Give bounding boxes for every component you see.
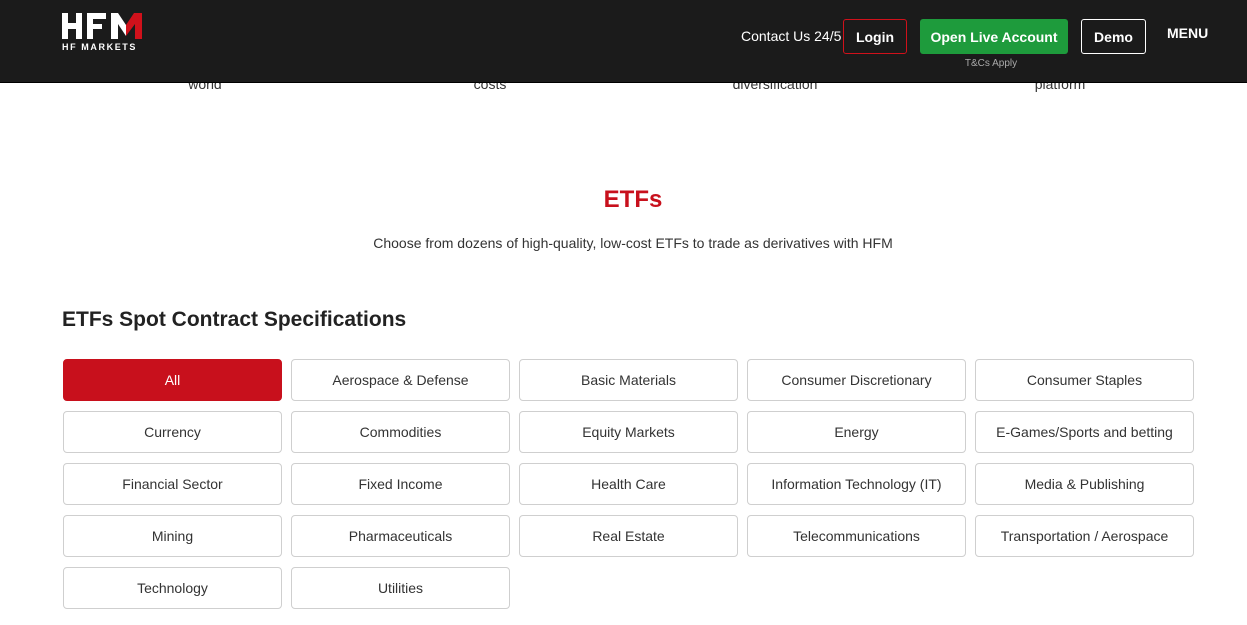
filter-chip[interactable]: Energy: [747, 411, 966, 453]
filter-chip[interactable]: Consumer Discretionary: [747, 359, 966, 401]
hfm-logo[interactable]: HF MARKETS: [62, 12, 152, 56]
hfm-logo-mark: [62, 13, 142, 39]
filter-chip[interactable]: E-Games/Sports and betting: [975, 411, 1194, 453]
open-live-account-button[interactable]: Open Live Account: [920, 19, 1068, 54]
filter-chip[interactable]: Financial Sector: [63, 463, 282, 505]
filter-chip[interactable]: All: [63, 359, 282, 401]
filter-chip[interactable]: Real Estate: [519, 515, 738, 557]
filter-chip[interactable]: Transportation / Aerospace: [975, 515, 1194, 557]
filter-chip[interactable]: Commodities: [291, 411, 510, 453]
section-subtitle: Choose from dozens of high-quality, low-…: [373, 235, 893, 251]
demo-button[interactable]: Demo: [1081, 19, 1146, 54]
spec-title: ETFs Spot Contract Specifications: [62, 308, 407, 331]
contact-link[interactable]: Contact Us 24/5: [741, 28, 841, 44]
filter-chip[interactable]: Pharmaceuticals: [291, 515, 510, 557]
filter-chip[interactable]: Fixed Income: [291, 463, 510, 505]
filter-chip[interactable]: Information Technology (IT): [747, 463, 966, 505]
filter-chip[interactable]: Aerospace & Defense: [291, 359, 510, 401]
filter-chip[interactable]: Basic Materials: [519, 359, 738, 401]
filter-chip[interactable]: Consumer Staples: [975, 359, 1194, 401]
section-title: ETFs: [603, 186, 663, 213]
login-button[interactable]: Login: [843, 19, 907, 54]
filter-chip[interactable]: Equity Markets: [519, 411, 738, 453]
filter-chip[interactable]: Health Care: [519, 463, 738, 505]
filter-chip[interactable]: Currency: [63, 411, 282, 453]
filter-chip[interactable]: Telecommunications: [747, 515, 966, 557]
site-header: HF MARKETS Contact Us 24/5 Login Open Li…: [0, 0, 1247, 83]
filter-chip[interactable]: Mining: [63, 515, 282, 557]
filter-chip[interactable]: Technology: [63, 567, 282, 609]
tcs-apply-link[interactable]: T&Cs Apply: [920, 58, 1062, 69]
page: world costs diversification platform HF …: [0, 0, 1247, 625]
menu-button[interactable]: MENU: [1167, 25, 1208, 41]
filter-chip[interactable]: Utilities: [291, 567, 510, 609]
category-filter-grid: All Aerospace & Defense Basic Materials Con…: [63, 359, 1199, 609]
logo-subtitle: HF MARKETS: [62, 42, 137, 52]
filter-chip[interactable]: Media & Publishing: [975, 463, 1194, 505]
